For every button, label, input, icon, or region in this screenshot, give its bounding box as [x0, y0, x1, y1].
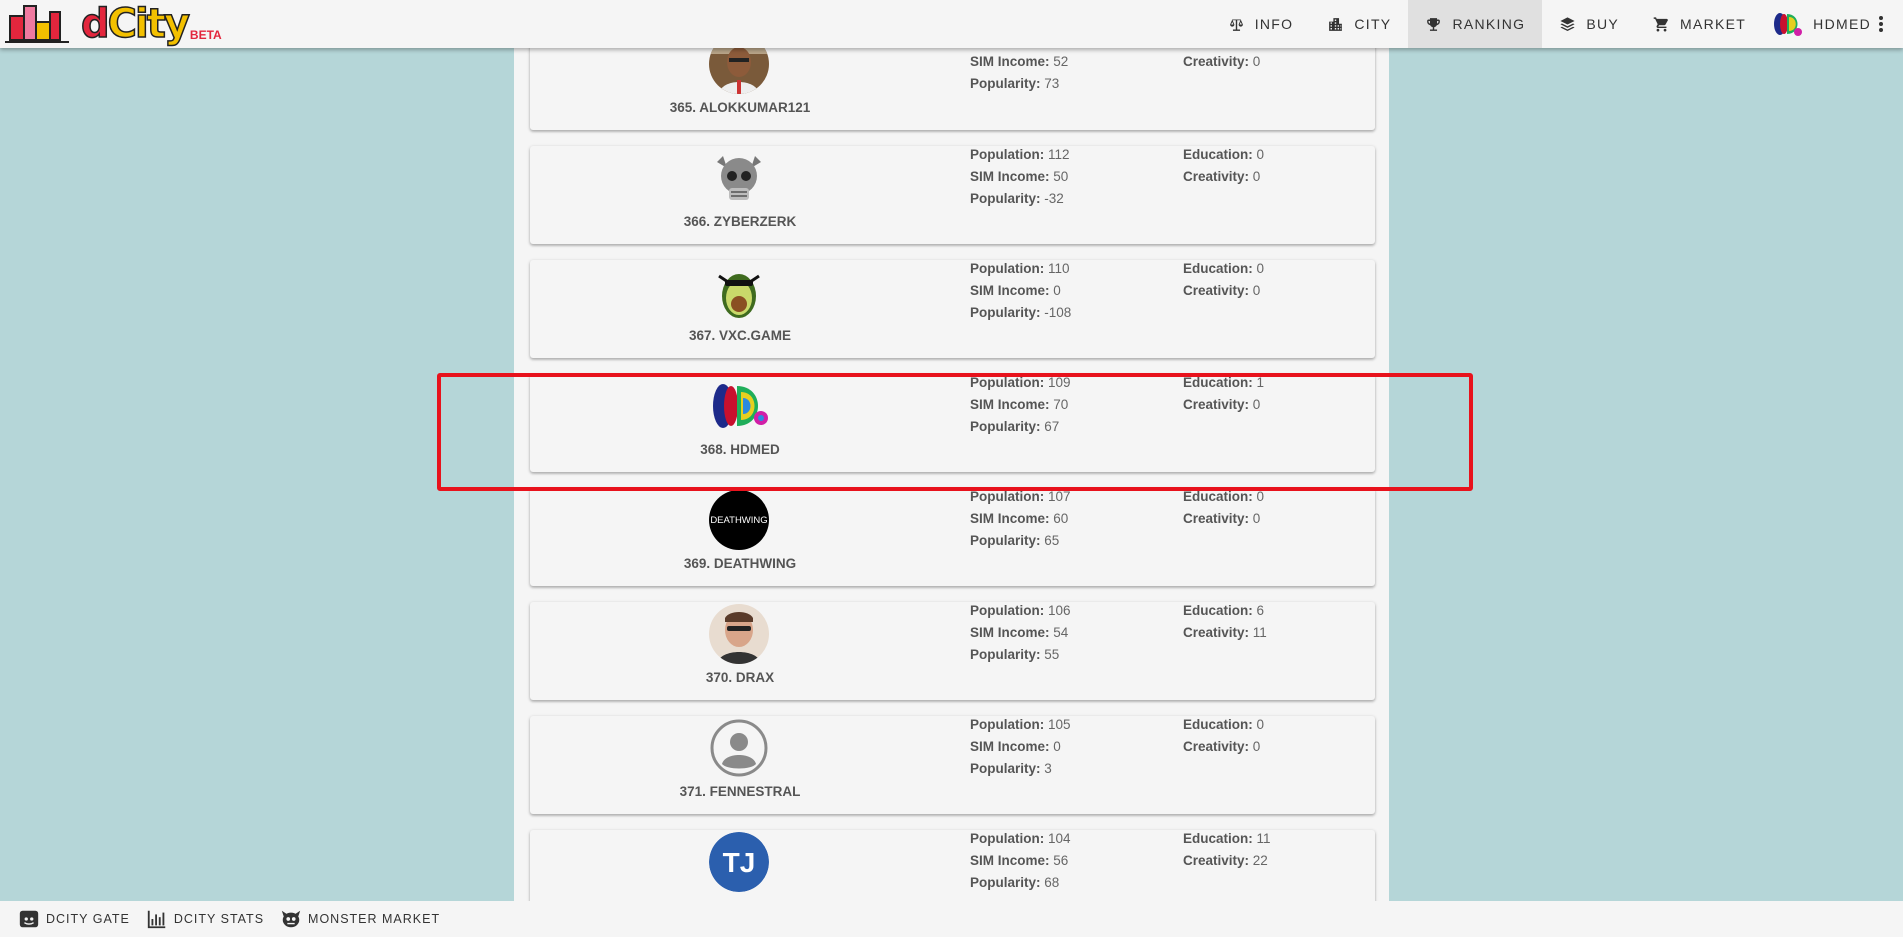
- player-avatar: [709, 148, 769, 208]
- player-avatar: TJ: [709, 832, 769, 892]
- player-name[interactable]: 366. ZYBERZERK: [530, 214, 950, 229]
- player-name[interactable]: 368. HDMED: [530, 442, 950, 457]
- ranking-card: TJ Population: 104 SIM Income: 56 Popula…: [530, 830, 1375, 901]
- user-avatar: [1774, 13, 1803, 36]
- nav-city[interactable]: CITY: [1310, 0, 1408, 48]
- player-name[interactable]: 370. DRAX: [530, 670, 950, 685]
- player-name[interactable]: 371. FENNESTRAL: [530, 784, 950, 799]
- city-icon: [1329, 17, 1343, 31]
- ranking-card-current-user: 368. HDMED Population: 109 SIM Income: 7…: [530, 374, 1375, 472]
- player-name[interactable]: 367. VXC.GAME: [530, 328, 950, 343]
- ranking-card: 370. DRAX Population: 106 SIM Income: 54…: [530, 602, 1375, 700]
- user-name: HDMED: [1813, 16, 1871, 32]
- ranking-card: DEATHWING 369. DEATHWING Population: 107…: [530, 488, 1375, 586]
- user-menu[interactable]: HDMED: [1763, 0, 1903, 48]
- main-nav: INFO CITY RANKING BUY MARKET HDMED: [1211, 0, 1903, 48]
- footer-monster-market[interactable]: MONSTER MARKET: [280, 908, 440, 930]
- svg-text:TJ: TJ: [723, 847, 756, 878]
- ranking-card: 371. FENNESTRAL Population: 105 SIM Inco…: [530, 716, 1375, 814]
- footer-dcity-gate[interactable]: DCITY GATE: [18, 908, 130, 930]
- player-name[interactable]: 365. ALOKKUMAR121: [530, 100, 950, 115]
- nav-info[interactable]: INFO: [1211, 0, 1311, 48]
- layers-icon: [1560, 16, 1575, 31]
- player-avatar: [709, 262, 769, 322]
- top-app-bar: dCity BETA INFO CITY RANKING BUY MARKET: [0, 0, 1903, 48]
- footer-dcity-stats[interactable]: DCITY STATS: [146, 908, 264, 930]
- bar-chart-icon: [147, 910, 166, 929]
- scale-icon: [1229, 17, 1243, 31]
- discord-icon: [19, 910, 39, 928]
- nav-buy[interactable]: BUY: [1542, 0, 1636, 48]
- sim-income-value: 52: [1053, 54, 1069, 69]
- footer-bar: DCITY GATE DCITY STATS MONSTER MARKET: [0, 901, 1903, 937]
- nav-market[interactable]: MARKET: [1636, 0, 1763, 48]
- player-avatar: [709, 48, 769, 94]
- ranking-list[interactable]: 365. ALOKKUMAR121 Population: 113 SIM In…: [514, 48, 1389, 901]
- svg-text:DEATHWING: DEATHWING: [710, 515, 767, 526]
- default-avatar-icon: [709, 718, 769, 778]
- player-name[interactable]: 369. DEATHWING: [530, 556, 950, 571]
- logo-wordmark: dCity: [80, 1, 190, 47]
- ranking-card: 366. ZYBERZERK Population: 112 SIM Incom…: [530, 146, 1375, 244]
- ranking-card: 365. ALOKKUMAR121 Population: 113 SIM In…: [530, 48, 1375, 130]
- trophy-icon: [1427, 17, 1441, 31]
- beta-badge: BETA: [189, 28, 222, 42]
- creativity-value: 0: [1252, 54, 1261, 69]
- dcity-logo[interactable]: dCity BETA: [5, 0, 235, 48]
- popularity-value: 73: [1044, 76, 1060, 91]
- buildings-icon: [5, 3, 85, 45]
- monster-icon: [281, 910, 301, 928]
- player-avatar: [709, 376, 769, 436]
- cart-icon: [1653, 16, 1669, 32]
- ranking-card: 367. VXC.GAME Population: 110 SIM Income…: [530, 260, 1375, 358]
- more-vert-icon[interactable]: [1879, 16, 1883, 32]
- player-avatar: [709, 604, 769, 664]
- nav-ranking[interactable]: RANKING: [1408, 0, 1543, 48]
- player-avatar: DEATHWING: [709, 490, 769, 550]
